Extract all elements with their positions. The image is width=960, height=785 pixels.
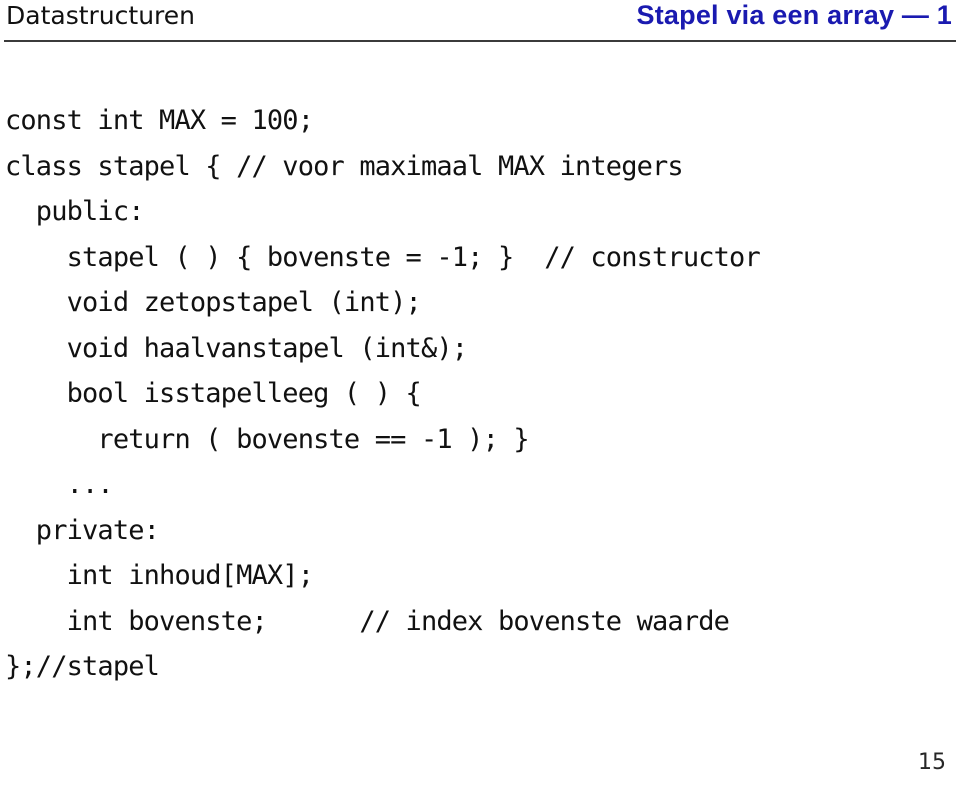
page-number: 15 xyxy=(918,750,946,775)
code-line: class stapel { // voor maximaal MAX inte… xyxy=(5,150,684,182)
code-line: return ( bovenste == -1 ); } xyxy=(5,423,529,455)
code-line: const int MAX = 100; xyxy=(5,105,314,136)
code-listing: const int MAX = 100; class stapel { // vo… xyxy=(5,98,955,690)
code-line: private: xyxy=(5,514,160,546)
code-line: void haalvanstapel (int&); xyxy=(5,332,468,364)
course-title: Datastructuren xyxy=(6,1,195,30)
slide-header: Datastructuren Stapel via een array — 1 xyxy=(0,0,960,42)
code-line: int inhoud[MAX]; xyxy=(5,560,314,591)
code-line: ... xyxy=(5,469,114,500)
code-line: };//stapel xyxy=(5,651,160,682)
code-line: bool isstapelleeg ( ) { xyxy=(5,378,422,409)
code-line: int bovenste; // index bovenste waarde xyxy=(5,605,730,637)
code-line: void zetopstapel (int); xyxy=(5,287,422,318)
slide-title: Stapel via een array — 1 xyxy=(636,0,952,30)
header-divider xyxy=(4,40,956,42)
code-line: public: xyxy=(5,196,145,227)
code-line: stapel ( ) { bovenste = -1; } // constru… xyxy=(5,241,761,273)
